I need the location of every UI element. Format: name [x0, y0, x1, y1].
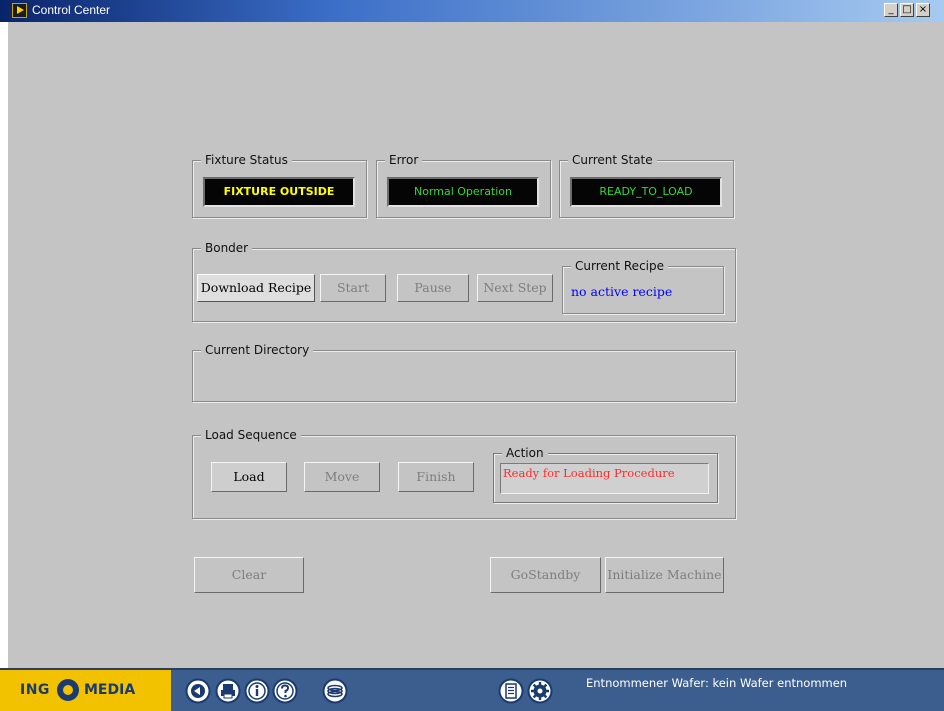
current-recipe-value: no active recipe [571, 284, 673, 299]
bonder-label: Bonder [201, 241, 253, 255]
error-group: Error Normal Operation [376, 153, 551, 218]
current-recipe-group: Current Recipe no active recipe [562, 259, 724, 314]
title-bar: Control Center _ □ × [0, 0, 944, 22]
logo-text-left: ING [20, 682, 50, 698]
load-sequence-group: Load Sequence Load Move Finish Action Re… [192, 428, 736, 519]
app-icon [12, 3, 27, 18]
current-state-label: Current State [568, 153, 657, 167]
action-display: Ready for Loading Procedure [500, 463, 709, 494]
clear-button[interactable]: Clear [194, 557, 304, 593]
fixture-status-group: Fixture Status FIXTURE OUTSIDE [192, 153, 367, 218]
close-button[interactable]: × [916, 3, 930, 17]
current-state-display: READY_TO_LOAD [570, 177, 722, 207]
start-button[interactable]: Start [320, 274, 386, 302]
main-panel: Fixture Status FIXTURE OUTSIDE Error Nor… [8, 22, 944, 668]
back-icon[interactable] [185, 678, 211, 704]
load-button[interactable]: Load [211, 462, 287, 492]
status-text: Entnommener Wafer: kein Wafer entnommen [586, 676, 848, 690]
logo-text-right: MEDIA [84, 682, 136, 698]
footer-bar: ING MEDIA Entnommener Wafer: kein Wafer … [0, 668, 944, 711]
bonder-group: Bonder Download Recipe Start Pause Next … [192, 241, 736, 322]
error-label: Error [385, 153, 423, 167]
stack-icon[interactable] [322, 678, 348, 704]
minimize-button[interactable]: _ [884, 3, 898, 17]
load-sequence-label: Load Sequence [201, 428, 301, 442]
download-recipe-button[interactable]: Download Recipe [197, 274, 315, 302]
action-group: Action Ready for Loading Procedure [493, 446, 718, 503]
print-icon[interactable] [215, 678, 241, 704]
logo-circle-icon [57, 679, 79, 701]
move-button[interactable]: Move [304, 462, 380, 492]
document-icon[interactable] [498, 678, 524, 704]
help-icon[interactable] [272, 678, 298, 704]
fixture-status-display: FIXTURE OUTSIDE [203, 177, 355, 207]
current-directory-group: Current Directory [192, 343, 736, 402]
error-display: Normal Operation [387, 177, 539, 207]
current-state-group: Current State READY_TO_LOAD [559, 153, 734, 218]
window-title: Control Center [32, 3, 111, 17]
action-label: Action [502, 446, 548, 460]
initialize-machine-button[interactable]: Initialize Machine [605, 557, 724, 593]
current-directory-label: Current Directory [201, 343, 314, 357]
next-step-button[interactable]: Next Step [477, 274, 553, 302]
settings-gear-icon[interactable] [527, 678, 553, 704]
go-standby-button[interactable]: GoStandby [490, 557, 601, 593]
action-value: Ready for Loading Procedure [503, 466, 675, 480]
fixture-status-label: Fixture Status [201, 153, 292, 167]
pause-button[interactable]: Pause [397, 274, 469, 302]
ingmedia-logo: ING MEDIA [0, 670, 171, 711]
info-icon[interactable] [244, 678, 270, 704]
maximize-button[interactable]: □ [900, 3, 914, 17]
finish-button[interactable]: Finish [398, 462, 474, 492]
current-recipe-label: Current Recipe [571, 259, 668, 273]
